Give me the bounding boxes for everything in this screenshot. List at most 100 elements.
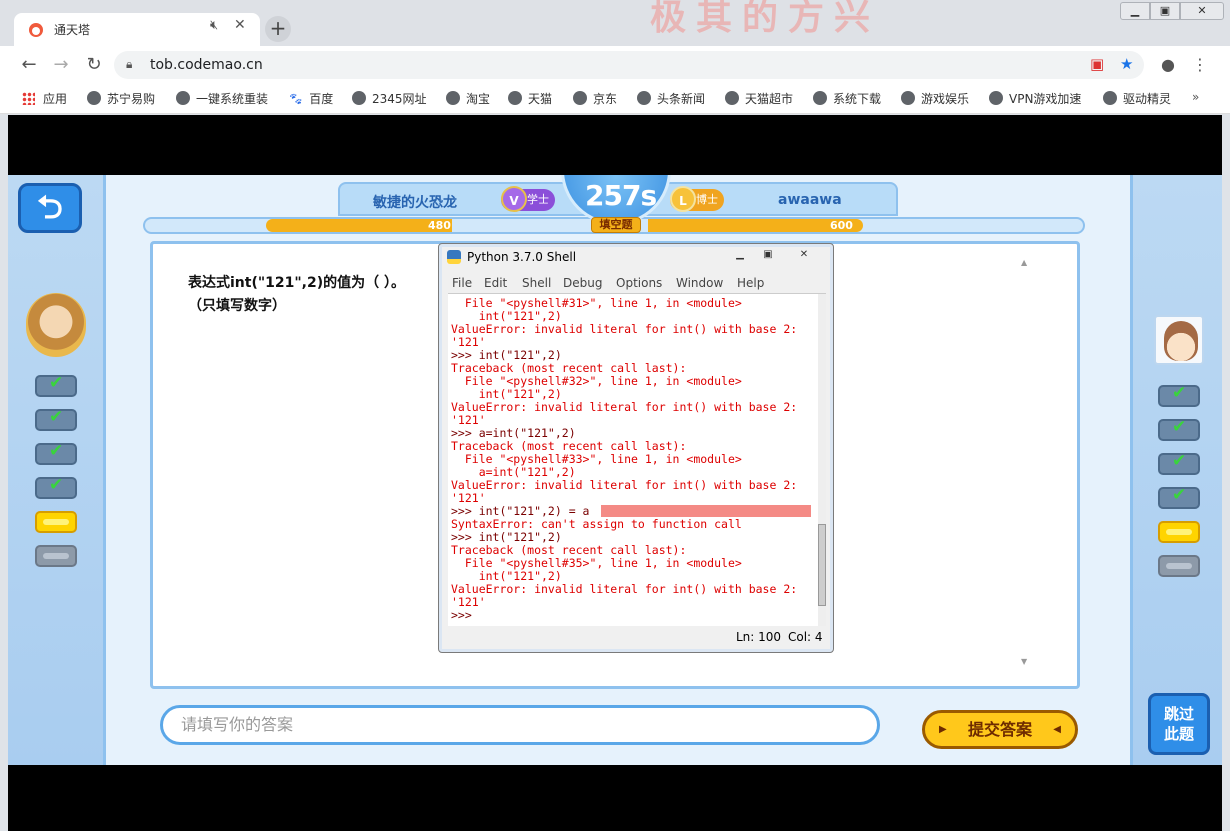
blocked-popup-icon[interactable]: ▣ — [1090, 55, 1104, 73]
shell-minimize-button[interactable]: ▁ — [727, 248, 753, 264]
shell-line: '121' — [451, 491, 486, 505]
shell-close-button[interactable]: ✕ — [789, 248, 819, 264]
shell-menu-item[interactable]: File — [452, 276, 472, 290]
back-button[interactable]: ⮌ — [18, 183, 82, 233]
avatar-left — [26, 293, 86, 357]
bookmark-item[interactable]: 一键系统重装 — [176, 90, 268, 107]
globe-icon — [813, 91, 827, 105]
shell-scroll-thumb[interactable] — [818, 524, 826, 606]
shell-menu-item[interactable]: Help — [737, 276, 764, 290]
status-line: Ln: 100 — [736, 630, 782, 644]
profile-icon[interactable]: ● — [1157, 54, 1179, 76]
window-minimize-button[interactable]: ▁ — [1120, 2, 1150, 20]
check-icon: ✔ — [1172, 451, 1187, 471]
bookmark-apps[interactable]: 应用 — [22, 90, 67, 107]
window-close-button[interactable]: ✕ — [1180, 2, 1224, 20]
bookmarks-overflow-icon[interactable]: » — [1192, 90, 1199, 104]
shell-maximize-button[interactable]: ▣ — [755, 248, 781, 264]
shell-scrollbar[interactable] — [818, 294, 826, 626]
progress-indicator — [1166, 529, 1192, 535]
shell-line: int("121",2) — [451, 569, 562, 583]
python-shell-window[interactable]: Python 3.7.0 Shell ▁ ▣ ✕ File Edit Shell De… — [438, 243, 834, 653]
window-maximize-button[interactable]: ▣ — [1150, 2, 1180, 20]
shell-menu-item[interactable]: Options — [616, 276, 662, 290]
menu-kebab-icon[interactable]: ⋮ — [1189, 54, 1211, 76]
check-icon: ✔ — [49, 407, 64, 427]
shell-menu-item[interactable]: Shell — [522, 276, 551, 290]
rank-badge-left: V 学士 — [501, 186, 555, 212]
globe-icon — [352, 91, 366, 105]
bookmark-item[interactable]: 天猫 — [508, 90, 552, 107]
bookmark-item[interactable]: 系统下载 — [813, 90, 881, 107]
shell-line: ValueError: invalid literal for int() wi… — [451, 582, 798, 596]
mute-icon[interactable]: 🔇︎ — [210, 18, 218, 33]
progress-indicator — [43, 553, 69, 559]
tab-close-icon[interactable]: ✕ — [234, 17, 246, 33]
address-bar[interactable]: 🔒︎ tob.codemao.cn ▣ ★ — [114, 51, 1144, 79]
shell-line: SyntaxError: can't assign to function ca… — [451, 517, 742, 531]
browser-tab[interactable]: 通天塔 🔇︎ ✕ — [14, 13, 260, 46]
bookmark-item[interactable]: VPN游戏加速 — [989, 90, 1081, 107]
bookmarks-bar: 应用 苏宁易购 一键系统重装 🐾︎ 百度 2345网址 淘宝 天猫 京东 头条新闻… — [0, 84, 1230, 114]
check-icon: ✔ — [1172, 485, 1187, 505]
globe-icon — [446, 91, 460, 105]
globe-icon — [508, 91, 522, 105]
check-icon: ✔ — [49, 441, 64, 461]
bookmark-item[interactable]: 2345网址 — [352, 90, 427, 107]
shell-line: Traceback (most recent call last): — [451, 361, 687, 375]
question-scrollbar[interactable]: ▲ ▼ — [1021, 258, 1029, 666]
shell-line: >>> — [451, 608, 472, 622]
progress-done: ✔ — [35, 407, 77, 431]
bookmark-item[interactable]: 🐾︎ 百度 — [288, 90, 333, 107]
avatar-face — [1164, 321, 1198, 361]
skip-label-line-1: 跳过 — [1163, 705, 1194, 723]
bookmark-item[interactable]: 苏宁易购 — [87, 90, 155, 107]
bookmark-item[interactable]: 淘宝 — [446, 90, 490, 107]
bookmark-item[interactable]: 京东 — [573, 90, 617, 107]
shell-line: ValueError: invalid literal for int() wi… — [451, 478, 798, 492]
shell-menu-item[interactable]: Edit — [484, 276, 507, 290]
shell-line: '121' — [451, 413, 486, 427]
shell-menu-item[interactable]: Window — [676, 276, 723, 290]
shell-output[interactable]: >>> '121' ValueError: invalid literal for … — [448, 294, 818, 626]
shell-menubar: File Edit Shell Debug Options Window Help — [448, 274, 826, 294]
bookmark-item[interactable]: 驱动精灵 — [1103, 90, 1171, 107]
globe-icon — [176, 91, 190, 105]
answer-input[interactable]: 请填写你的答案 — [160, 705, 880, 745]
browser-toolbar: ← → ↻ 🔒︎ tob.codemao.cn ▣ ★ ● ⋮ — [0, 46, 1230, 84]
rank-badge-right: L 博士 — [670, 186, 724, 212]
globe-icon — [989, 91, 1003, 105]
back-arrow-icon[interactable]: ← — [18, 54, 40, 76]
codemao-favicon-icon — [29, 23, 43, 37]
progress-column-right: ✔ ✔ ✔ ✔ — [1158, 383, 1202, 589]
progress-done: ✔ — [1158, 451, 1200, 475]
shell-line: a=int("121",2) — [451, 465, 576, 479]
player-name-right: awaawa — [778, 192, 842, 208]
bookmark-star-icon[interactable]: ★ — [1120, 55, 1133, 73]
scroll-down-icon[interactable]: ▼ — [1021, 657, 1027, 666]
skip-question-button[interactable]: 跳过 此题 — [1148, 693, 1210, 755]
globe-icon — [1103, 91, 1117, 105]
reload-icon[interactable]: ↻ — [83, 54, 105, 76]
new-tab-button[interactable]: + — [265, 16, 291, 42]
forward-arrow-icon[interactable]: → — [50, 54, 72, 76]
shell-title: Python 3.7.0 Shell — [467, 250, 577, 264]
bookmark-item[interactable]: 游戏娱乐 — [901, 90, 969, 107]
globe-icon — [637, 91, 651, 105]
python-icon — [447, 250, 461, 264]
scroll-up-icon[interactable]: ▲ — [1021, 258, 1027, 267]
shell-menu-item[interactable]: Debug — [563, 276, 602, 290]
progress-pending — [1158, 555, 1200, 577]
shell-line: >>> int("121",2) = a — [451, 504, 590, 518]
check-icon: ✔ — [49, 373, 64, 393]
submit-answer-button[interactable]: ▶ 提交答案 ◀ — [922, 710, 1078, 749]
bookmark-item[interactable]: 头条新闻 — [637, 90, 705, 107]
question-text: 表达式int("121",2)的值为（ ）。 （只填写数字） — [188, 272, 405, 318]
shell-line: >>> a=int("121",2) — [451, 426, 576, 440]
bookmark-item[interactable]: 天猫超市 — [725, 90, 793, 107]
apps-grid-icon — [22, 92, 35, 105]
countdown-timer: 257s — [585, 179, 657, 212]
globe-icon — [725, 91, 739, 105]
question-line-2: （只填写数字） — [188, 298, 286, 314]
question-line-1: 表达式int("121",2)的值为（ ）。 — [188, 275, 405, 291]
